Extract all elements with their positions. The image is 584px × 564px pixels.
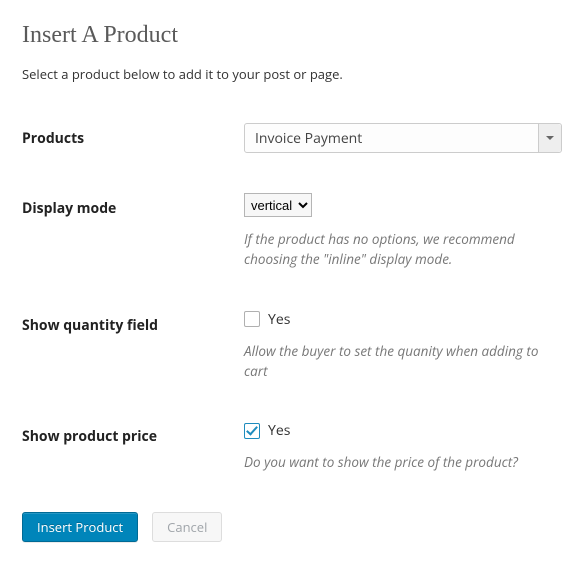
button-row: Insert Product Cancel [22,512,562,542]
show-price-label: Show product price [22,421,244,446]
cancel-button[interactable]: Cancel [152,512,222,542]
show-quantity-checkbox[interactable] [244,311,260,327]
display-mode-hint: If the product has no options, we recomm… [244,229,544,270]
products-selected-value: Invoice Payment [255,129,362,148]
show-price-hint: Do you want to show the price of the pro… [244,452,544,472]
show-quantity-hint: Allow the buyer to set the quanity when … [244,341,544,382]
products-select[interactable]: Invoice Payment [244,123,562,153]
display-mode-select[interactable]: vertical [244,193,312,217]
show-price-checkbox-label: Yes [268,421,290,440]
show-quantity-label: Show quantity field [22,310,244,335]
show-price-checkbox[interactable] [244,423,260,439]
products-label: Products [22,123,244,148]
insert-product-button[interactable]: Insert Product [22,512,138,542]
page-title: Insert A Product [22,22,562,49]
page-subtitle: Select a product below to add it to your… [22,65,562,83]
display-mode-label: Display mode [22,193,244,218]
show-quantity-checkbox-label: Yes [268,310,290,329]
chevron-down-icon [538,124,561,152]
